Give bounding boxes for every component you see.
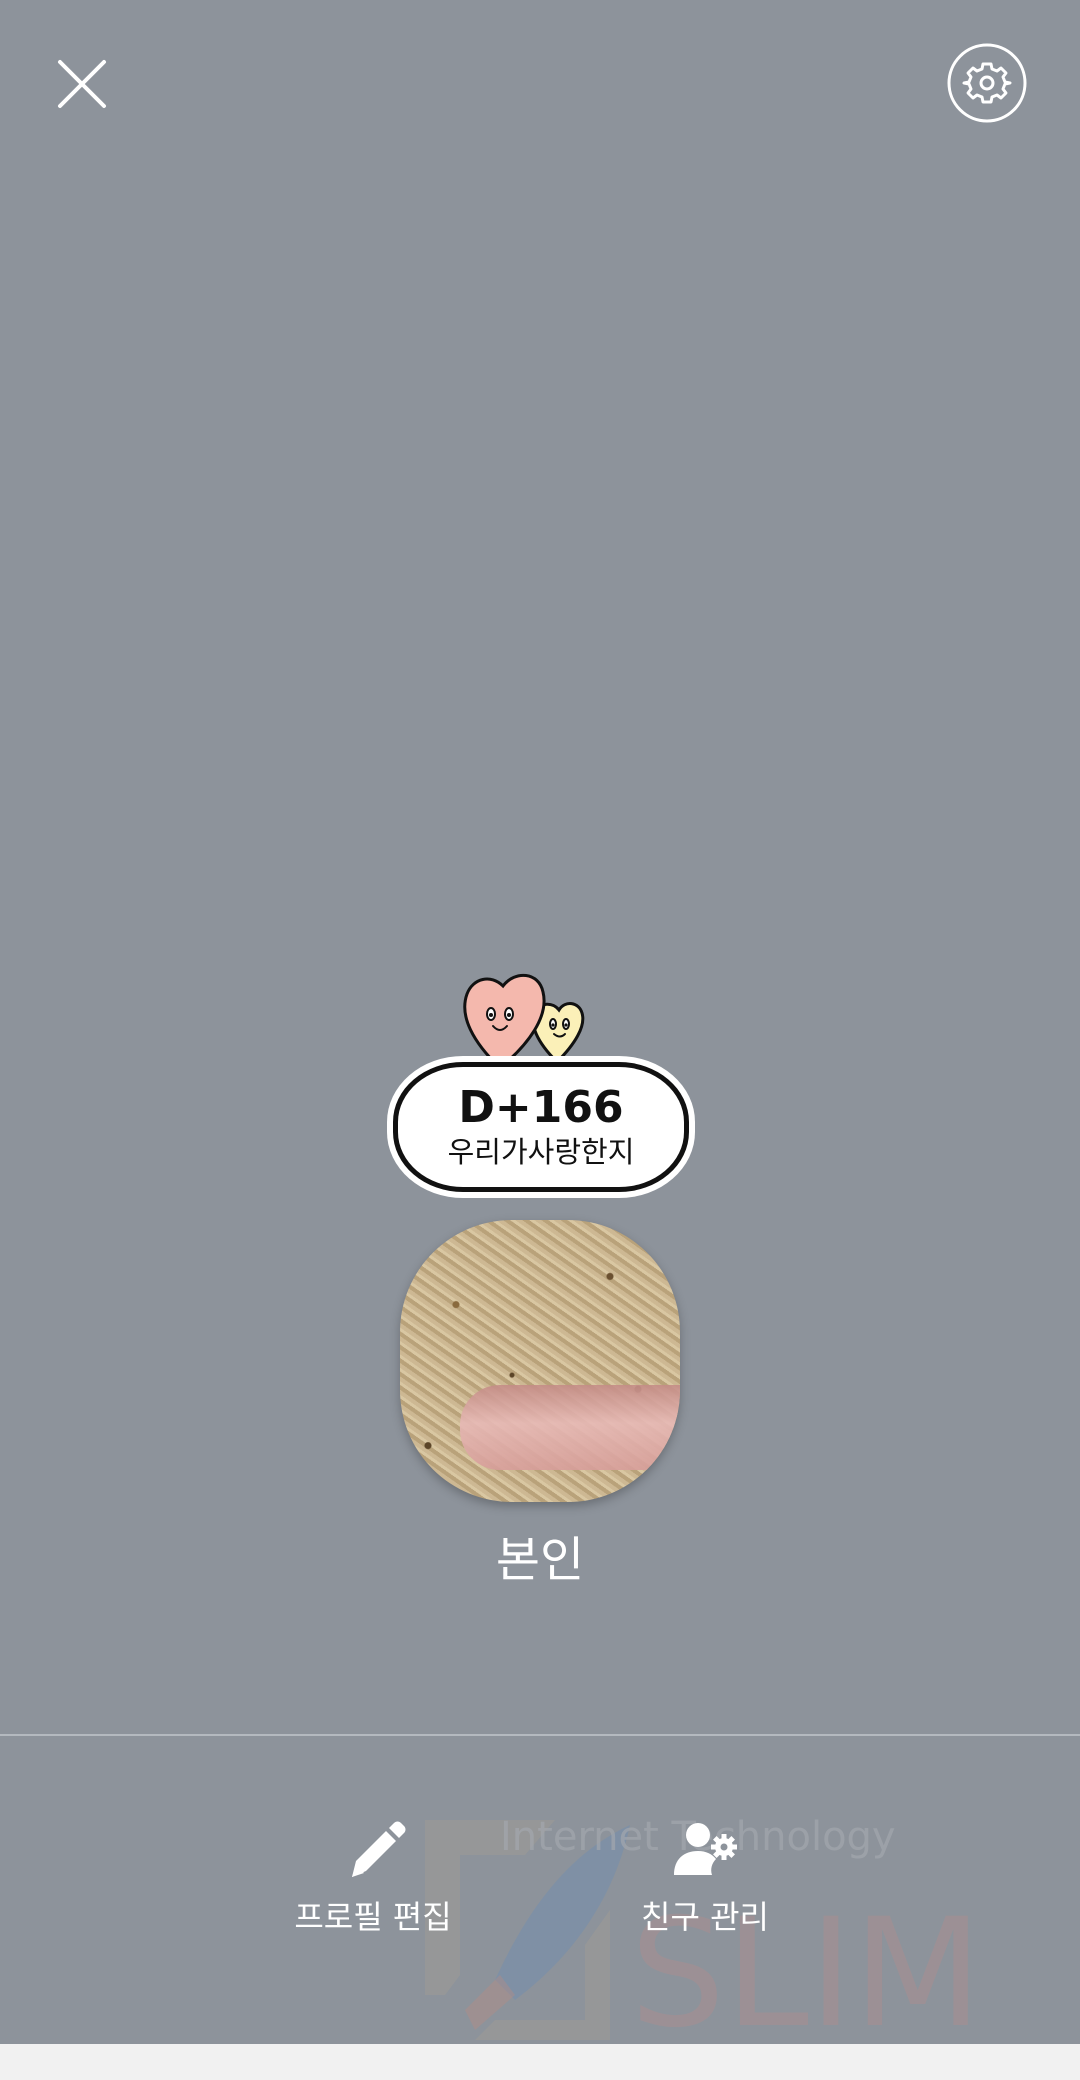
pencil-icon xyxy=(338,1815,408,1885)
settings-button[interactable] xyxy=(946,42,1028,124)
person-gear-icon xyxy=(670,1815,740,1885)
gear-icon xyxy=(947,43,1027,123)
dday-sticker[interactable]: D+166 우리가사랑한지 xyxy=(385,950,695,1200)
avatar-photo-detail xyxy=(460,1385,680,1470)
manage-friends-button[interactable]: 친구 관리 xyxy=(595,1815,815,1937)
dday-caption: 우리가사랑한지 xyxy=(447,1135,635,1169)
navigation-bar xyxy=(0,2044,1080,2080)
edit-profile-label: 프로필 편집 xyxy=(294,1898,452,1936)
close-icon xyxy=(58,60,106,108)
dday-bubble: D+166 우리가사랑한지 xyxy=(393,1062,689,1192)
two-hearts-sticker-icon xyxy=(463,973,585,1070)
profile-name: 본인 xyxy=(495,1532,585,1588)
divider xyxy=(0,1734,1080,1736)
close-button[interactable] xyxy=(50,52,114,116)
manage-friends-label: 친구 관리 xyxy=(641,1898,769,1936)
edit-profile-button[interactable]: 프로필 편집 xyxy=(263,1815,483,1937)
dday-count: D+166 xyxy=(458,1082,624,1133)
profile-avatar[interactable] xyxy=(400,1220,680,1502)
